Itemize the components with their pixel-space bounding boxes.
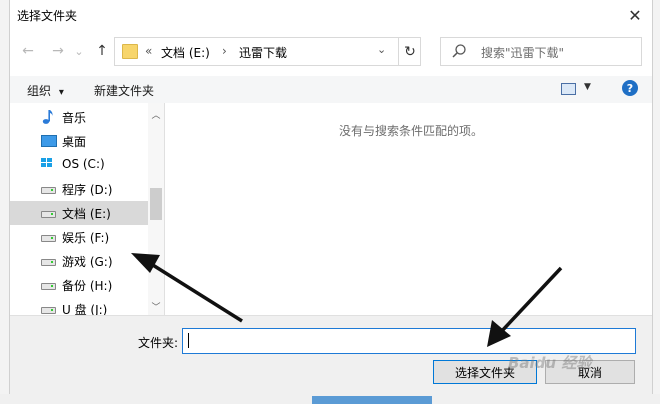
close-button[interactable]: ✕ <box>622 4 648 26</box>
breadcrumb-segment-drive[interactable]: 文档 (E:) <box>161 44 210 61</box>
nav-label: 游戏 (G:) <box>62 255 113 269</box>
nav-item-drive-d[interactable]: 程序 (D:) <box>10 177 148 201</box>
select-folder-dialog: 选择文件夹 ✕ ← → ⌄ ↑ « 文档 (E:) › 迅雷下载 ⌄ ↻ 搜索"… <box>9 0 653 395</box>
folder-name-input[interactable] <box>182 328 636 354</box>
refresh-button[interactable]: ↻ <box>398 38 421 65</box>
forward-button[interactable]: → <box>48 40 68 62</box>
drive-icon <box>41 259 56 266</box>
nav-label: 程序 (D:) <box>62 183 113 197</box>
organize-dropdown-icon: ▾ <box>58 87 64 98</box>
scroll-down-icon[interactable]: ﹀ <box>148 299 164 313</box>
help-icon: ? <box>626 81 634 95</box>
folder-label: 文件夹: <box>138 336 179 350</box>
background-window-left <box>0 0 9 404</box>
address-dropdown-icon[interactable]: ⌄ <box>377 43 386 56</box>
nav-item-music[interactable]: 音乐 <box>10 105 148 129</box>
drive-icon <box>41 235 56 242</box>
nav-item-desktop[interactable]: 桌面 <box>10 129 148 153</box>
music-icon <box>42 110 53 124</box>
search-box[interactable]: 搜索"迅雷下载" <box>440 37 642 66</box>
organize-menu[interactable]: 组织 ▾ <box>27 82 64 99</box>
organize-label: 组织 <box>27 84 52 98</box>
dialog-title: 选择文件夹 <box>17 9 78 23</box>
forward-arrow-icon: → <box>52 43 64 59</box>
nav-item-os-c[interactable]: OS (C:) <box>10 153 148 177</box>
folder-icon <box>122 44 138 59</box>
drive-icon <box>41 307 56 314</box>
nav-label: OS (C:) <box>62 157 105 171</box>
nav-item-drive-h[interactable]: 备份 (H:) <box>10 273 148 297</box>
select-folder-label: 选择文件夹 <box>454 365 515 380</box>
drive-icon <box>41 283 56 290</box>
scroll-up-icon[interactable]: ︿ <box>148 107 164 121</box>
new-folder-button[interactable]: 新建文件夹 <box>94 82 154 99</box>
nav-label: 桌面 <box>62 135 87 149</box>
back-button[interactable]: ← <box>18 40 38 62</box>
nav-label: 娱乐 (F:) <box>62 231 110 245</box>
desktop-icon <box>41 135 57 147</box>
nav-item-drive-f[interactable]: 娱乐 (F:) <box>10 225 148 249</box>
command-toolbar: 组织 ▾ 新建文件夹 ▼ ? <box>10 76 652 103</box>
close-icon: ✕ <box>628 5 642 25</box>
background-button <box>312 396 432 404</box>
up-arrow-icon: ↑ <box>96 43 108 59</box>
back-arrow-icon: ← <box>22 43 34 59</box>
nav-item-drive-j[interactable]: U 盘 (J:) <box>10 297 148 315</box>
nav-item-drive-e[interactable]: 文档 (E:) <box>10 201 148 225</box>
scrollbar-thumb[interactable] <box>150 188 162 220</box>
breadcrumb-overflow[interactable]: « <box>145 44 152 58</box>
new-folder-label: 新建文件夹 <box>94 84 155 98</box>
watermark: Baidu 经验 <box>508 354 592 372</box>
breadcrumb-segment-folder[interactable]: 迅雷下载 <box>239 44 287 61</box>
chevron-down-icon: ⌄ <box>74 44 84 58</box>
drive-icon <box>41 211 56 218</box>
nav-label: 音乐 <box>62 111 87 125</box>
refresh-icon: ↻ <box>404 43 416 60</box>
navigation-pane: 音乐 桌面 OS (C:) 程序 (D:) 文档 (E:) 娱乐 (F:) 游戏… <box>10 103 165 315</box>
drive-icon <box>41 187 56 194</box>
view-dropdown-icon[interactable]: ▼ <box>584 82 591 92</box>
search-placeholder: 搜索"迅雷下载" <box>481 46 565 60</box>
nav-label: 文档 (E:) <box>62 207 111 221</box>
up-button[interactable]: ↑ <box>92 40 112 62</box>
nav-label: 备份 (H:) <box>62 279 113 293</box>
nav-item-drive-g[interactable]: 游戏 (G:) <box>10 249 148 273</box>
text-caret <box>188 333 189 348</box>
nav-label: U 盘 (J:) <box>62 303 108 315</box>
search-icon <box>452 44 466 58</box>
view-options-icon[interactable] <box>561 83 576 95</box>
help-button[interactable]: ? <box>622 80 638 96</box>
breadcrumb-separator-icon: › <box>222 44 227 58</box>
recent-locations-button[interactable]: ⌄ <box>72 40 86 62</box>
empty-results-message: 没有与搜索条件匹配的项。 <box>339 124 484 138</box>
title-bar: 选择文件夹 ✕ <box>10 0 652 30</box>
os-drive-icon <box>41 158 55 170</box>
address-bar[interactable]: « 文档 (E:) › 迅雷下载 ⌄ ↻ <box>114 37 421 66</box>
